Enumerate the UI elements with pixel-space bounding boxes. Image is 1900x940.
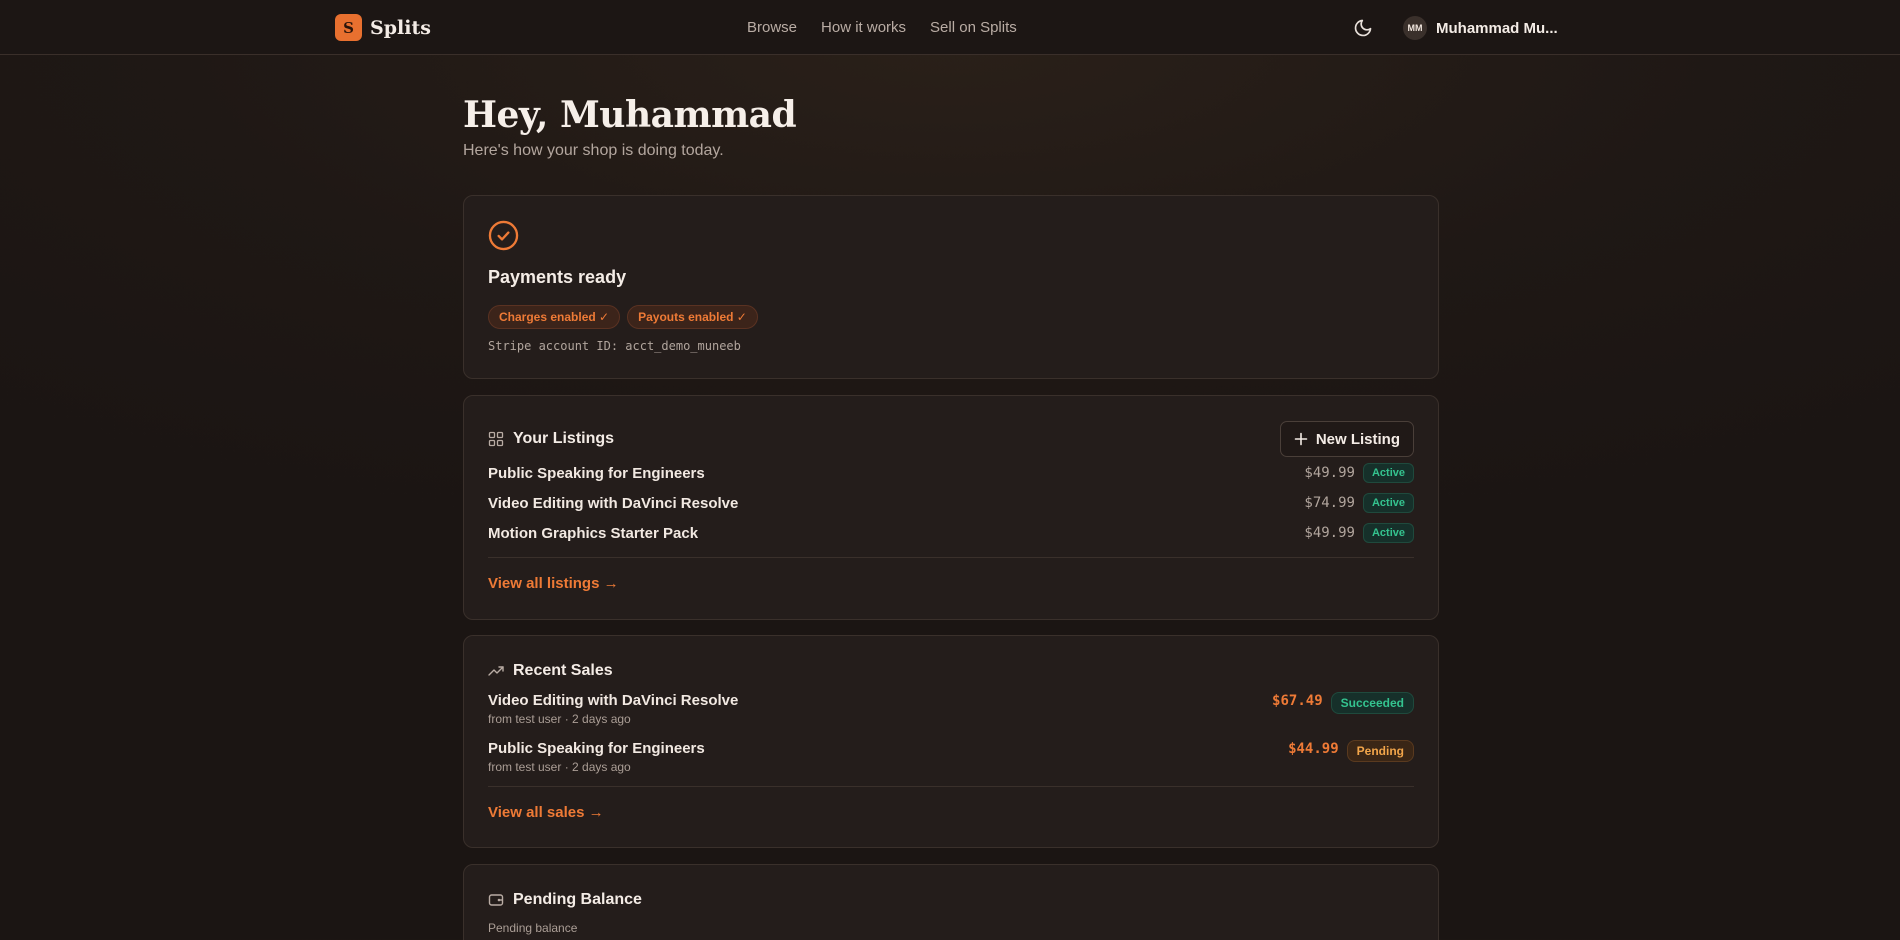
listing-price: $49.99 — [1304, 465, 1355, 481]
sale-amount: $67.49 — [1272, 693, 1323, 709]
divider — [488, 557, 1414, 558]
new-listing-label: New Listing — [1315, 430, 1400, 448]
charges-enabled-badge: Charges enabled ✓ — [488, 305, 621, 329]
status-badge: Active — [1362, 493, 1414, 513]
user-name: Muhammad Mu... — [1436, 19, 1558, 37]
payments-capabilities: Charges enabled ✓ Payouts enabled ✓ — [488, 305, 758, 329]
listing-title: Public Speaking for Engineers — [488, 464, 705, 482]
stripe-account-id: Stripe account ID: acct_demo_muneeb — [488, 339, 741, 353]
listing-title: Motion Graphics Starter Pack — [488, 524, 699, 542]
view-all-sales-link[interactable]: View all sales → — [488, 804, 604, 821]
sales-title: Recent Sales — [513, 662, 613, 679]
nav-link-how-it-works[interactable]: How it works — [821, 19, 906, 36]
payments-status-card: Payments ready Charges enabled ✓ Payouts… — [463, 195, 1439, 379]
divider — [488, 786, 1414, 787]
status-badge: Succeeded — [1330, 692, 1414, 714]
sale-info: Video Editing with DaVinci Resolve from … — [488, 692, 1272, 726]
listings-title: Your Listings — [513, 430, 615, 447]
listing-price: $49.99 — [1304, 525, 1355, 541]
sale-meta: from test user · 2 days ago — [488, 760, 631, 774]
listing-row[interactable]: Public Speaking for Engineers $49.99 Act… — [488, 463, 1414, 483]
recent-sales-card: Recent Sales Video Editing with DaVinci … — [463, 635, 1439, 848]
new-listing-button[interactable]: New Listing — [1279, 421, 1414, 457]
page-title: Hey, Muhammad — [463, 94, 797, 136]
moon-icon — [1354, 19, 1372, 37]
plus-icon — [1294, 432, 1308, 446]
grid-icon — [488, 431, 504, 447]
page-subtitle: Here's how your shop is doing today. — [463, 142, 724, 159]
sale-info: Public Speaking for Engineers from test … — [488, 740, 1288, 774]
sale-title: Video Editing with DaVinci Resolve — [488, 692, 739, 709]
listings-card: Your Listings New Listing Public Speakin… — [463, 395, 1439, 620]
listing-row[interactable]: Video Editing with DaVinci Resolve $74.9… — [488, 493, 1414, 513]
sales-header: Recent Sales — [488, 662, 613, 680]
top-navigation-bar: S Splits Browse How it works Sell on Spl… — [0, 0, 1900, 55]
check-circle-icon — [488, 220, 519, 251]
main-nav: Browse How it works Sell on Splits — [747, 19, 1017, 36]
listing-row[interactable]: Motion Graphics Starter Pack $49.99 Acti… — [488, 523, 1414, 543]
view-all-listings-link[interactable]: View all listings → — [488, 575, 619, 592]
listing-price: $74.99 — [1304, 495, 1355, 511]
listing-title: Video Editing with DaVinci Resolve — [488, 494, 739, 512]
listings-header: Your Listings — [488, 430, 614, 448]
payouts-enabled-badge: Payouts enabled ✓ — [627, 305, 758, 329]
theme-toggle-button[interactable] — [1353, 18, 1373, 38]
status-badge: Active — [1362, 463, 1414, 483]
payments-title: Payments ready — [488, 267, 627, 287]
balance-title: Pending Balance — [513, 891, 642, 908]
sale-row[interactable]: Video Editing with DaVinci Resolve from … — [488, 692, 1414, 726]
wallet-icon — [488, 894, 504, 906]
pending-balance-card: Pending Balance Pending balance — [463, 864, 1439, 940]
avatar: MM — [1403, 16, 1427, 40]
balance-label: Pending balance — [488, 921, 578, 935]
greeting-section: Hey, Muhammad Here's how your shop is do… — [463, 94, 797, 160]
brand-name: Splits — [370, 16, 431, 39]
status-badge: Pending — [1346, 740, 1414, 762]
sale-meta: from test user · 2 days ago — [488, 712, 631, 726]
trending-up-icon — [488, 666, 504, 676]
nav-link-browse[interactable]: Browse — [747, 19, 797, 36]
sale-amount: $44.99 — [1288, 741, 1339, 757]
brand-home-link[interactable]: S Splits — [335, 14, 431, 41]
sale-title: Public Speaking for Engineers — [488, 740, 705, 757]
user-menu-button[interactable]: MM Muhammad Mu... — [1403, 16, 1558, 40]
status-badge: Active — [1362, 523, 1414, 543]
brand-logo-icon: S — [335, 14, 362, 41]
sale-row[interactable]: Public Speaking for Engineers from test … — [488, 740, 1414, 774]
nav-link-sell-on-splits[interactable]: Sell on Splits — [930, 19, 1017, 36]
balance-header: Pending Balance — [488, 891, 642, 909]
